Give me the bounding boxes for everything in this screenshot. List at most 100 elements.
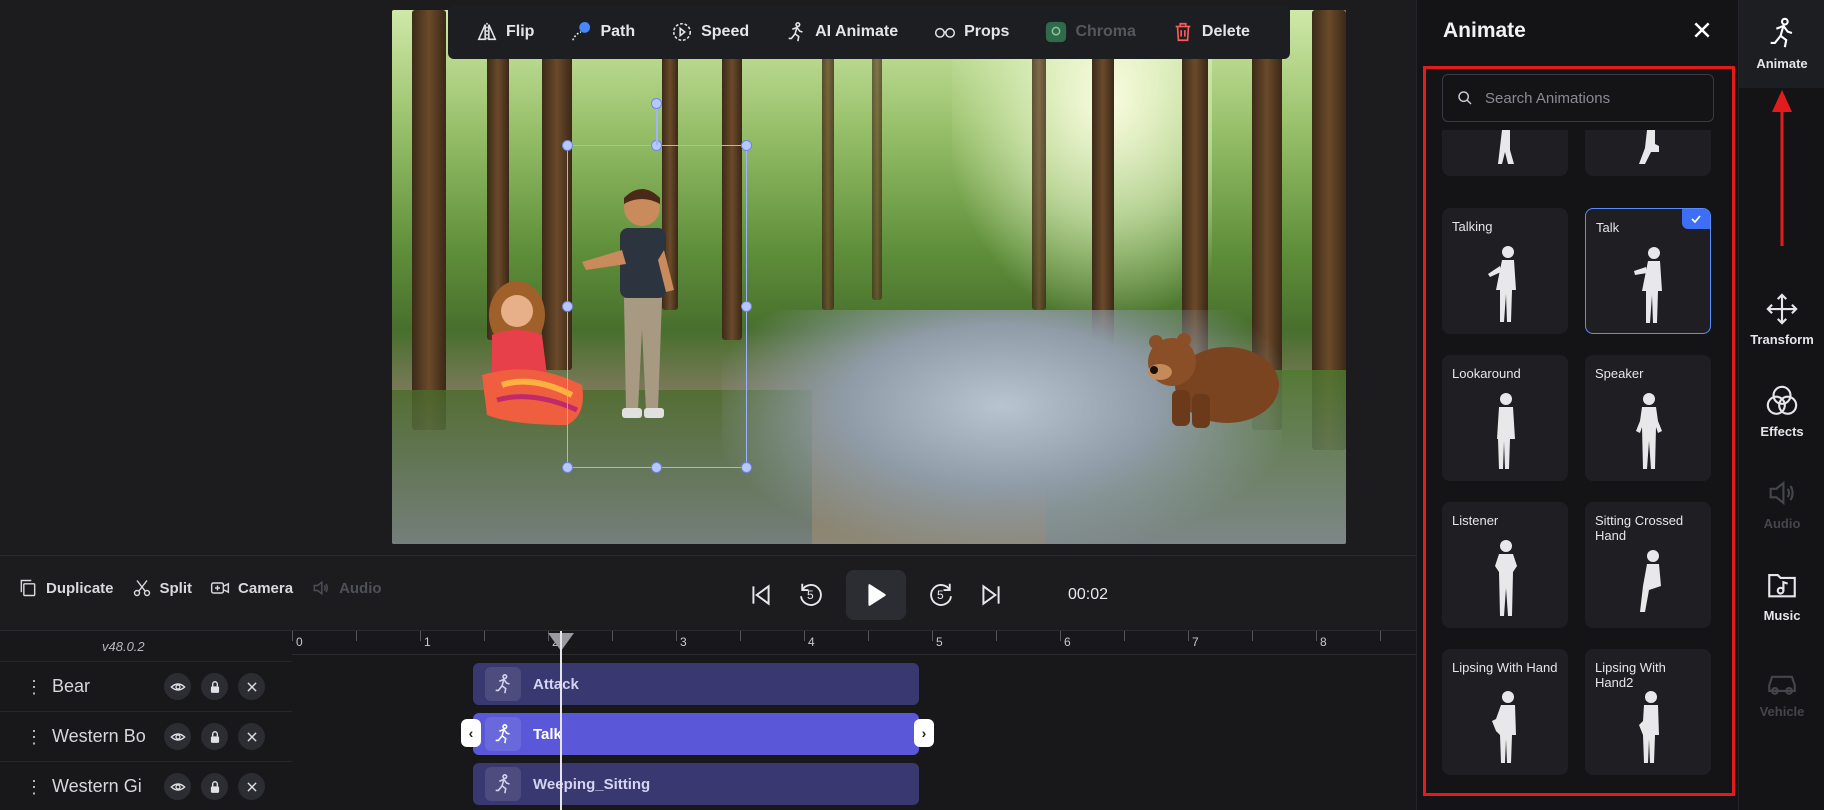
animation-card[interactable] <box>1442 130 1568 176</box>
move-arrows-icon <box>1766 293 1798 325</box>
eye-icon[interactable] <box>164 723 191 750</box>
chroma-icon <box>1045 21 1067 43</box>
ai-animate-button[interactable]: AI Animate <box>785 21 898 43</box>
resize-handle[interactable] <box>562 462 573 473</box>
resize-handle[interactable] <box>562 140 573 151</box>
animation-card-lipsing-with-hand[interactable]: Lipsing With Hand <box>1442 649 1568 775</box>
rewind-5-button[interactable]: 5 <box>796 580 826 610</box>
annotation-arrow <box>1772 90 1792 246</box>
clip-trim-left-handle[interactable]: ‹ <box>461 719 481 747</box>
canvas-area: Flip Path Speed AI Animate Props Chroma … <box>0 0 1416 555</box>
animation-figure-icon <box>1636 393 1662 469</box>
eye-icon[interactable] <box>164 773 191 800</box>
video-camera-icon <box>210 582 230 594</box>
scene-canvas[interactable] <box>392 10 1346 544</box>
playhead[interactable] <box>560 631 562 810</box>
track-name: Western Gi <box>52 776 142 796</box>
running-figure-icon <box>485 717 521 751</box>
rail-transform[interactable]: Transform <box>1739 292 1824 347</box>
search-input[interactable] <box>1485 89 1695 107</box>
split-button[interactable]: Split <box>132 578 192 598</box>
skip-to-start-button[interactable] <box>746 580 776 610</box>
animation-card[interactable] <box>1585 130 1711 176</box>
animation-card-talking[interactable]: Talking <box>1442 208 1568 334</box>
track-western-girl[interactable]: ⋮ Western Gi <box>0 761 292 810</box>
rail-effects[interactable]: Effects <box>1739 384 1824 439</box>
clip-weeping-sitting[interactable]: Weeping_Sitting <box>473 763 919 805</box>
time-ruler[interactable]: 0 1 2 3 4 5 6 7 8 <box>292 631 1416 655</box>
timeline: v48.0.2 0 1 2 3 4 5 6 7 8 ⋮ Bear ⋮ Weste… <box>0 630 1416 810</box>
flip-button[interactable]: Flip <box>476 21 534 43</box>
path-button[interactable]: Path <box>570 21 635 43</box>
chroma-button[interactable]: Chroma <box>1045 21 1136 43</box>
camera-button[interactable]: Camera <box>210 578 293 598</box>
running-figure-icon <box>1770 17 1793 48</box>
ruler-tick: 1 <box>424 635 431 649</box>
ruler-tick: 6 <box>1064 635 1071 649</box>
glasses-icon <box>934 21 956 43</box>
track-menu-icon[interactable]: ⋮ <box>24 678 44 696</box>
track-name: Western Bo <box>52 726 146 746</box>
delete-button[interactable]: Delete <box>1172 21 1250 43</box>
clip-trim-right-handle[interactable]: › <box>914 719 934 747</box>
play-button[interactable] <box>846 570 906 620</box>
animation-card-listener[interactable]: Listener <box>1442 502 1568 628</box>
track-menu-icon[interactable]: ⋮ <box>24 778 44 796</box>
rail-animate[interactable]: Animate <box>1739 0 1824 88</box>
animation-card-talk[interactable]: Talk <box>1585 208 1711 334</box>
running-figure-icon <box>485 667 521 701</box>
resize-handle[interactable] <box>562 301 573 312</box>
track-western-boy[interactable]: ⋮ Western Bo <box>0 711 292 761</box>
trash-icon <box>1172 21 1194 43</box>
ruler-tick: 0 <box>296 635 303 649</box>
animation-card-lipsing-with-hand2[interactable]: Lipsing With Hand2 <box>1585 649 1711 775</box>
search-icon <box>1458 91 1472 105</box>
close-panel-button[interactable] <box>1688 16 1716 44</box>
animation-card-sitting-crossed-hand[interactable]: Sitting Crossed Hand <box>1585 502 1711 628</box>
lock-icon[interactable] <box>201 673 228 700</box>
rotate-handle[interactable] <box>651 98 662 109</box>
animation-figure-icon <box>1634 247 1662 323</box>
audio-button[interactable]: Audio <box>311 578 382 598</box>
clip-attack[interactable]: Attack <box>473 663 919 705</box>
track-menu-icon[interactable]: ⋮ <box>24 728 44 746</box>
skip-forward-icon <box>982 584 1000 606</box>
speed-button[interactable]: Speed <box>671 21 749 43</box>
forward-5-button[interactable]: 5 <box>926 580 956 610</box>
remove-track-icon[interactable] <box>238 723 265 750</box>
duplicate-button[interactable]: Duplicate <box>18 578 114 598</box>
rail-vehicle[interactable]: Vehicle <box>1739 664 1824 719</box>
animation-card-lookaround[interactable]: Lookaround <box>1442 355 1568 481</box>
version-label: v48.0.2 <box>102 639 145 654</box>
remove-track-icon[interactable] <box>238 773 265 800</box>
skip-to-end-button[interactable] <box>976 580 1006 610</box>
resize-handle[interactable] <box>741 462 752 473</box>
lock-icon[interactable] <box>201 723 228 750</box>
resize-handle[interactable] <box>651 462 662 473</box>
clip-talk[interactable]: Talk <box>473 713 919 755</box>
path-icon <box>570 21 592 43</box>
lock-icon[interactable] <box>201 773 228 800</box>
resize-handle[interactable] <box>741 301 752 312</box>
bear-character[interactable] <box>1132 330 1282 430</box>
panel-title: Animate <box>1443 19 1526 42</box>
effects-circles-icon <box>1766 385 1798 415</box>
animation-grid: Talking Talk Lookaround Speaker Listener <box>1442 130 1714 780</box>
animation-card-speaker[interactable]: Speaker <box>1585 355 1711 481</box>
running-figure-icon <box>485 767 521 801</box>
selection-box[interactable] <box>567 145 747 468</box>
object-toolbar: Flip Path Speed AI Animate Props Chroma … <box>448 5 1290 59</box>
track-bear[interactable]: ⋮ Bear <box>0 661 292 711</box>
track-name: Bear <box>52 676 91 696</box>
flip-icon <box>476 21 498 43</box>
animation-figure-icon <box>1640 550 1661 612</box>
rail-music[interactable]: Music <box>1739 568 1824 623</box>
resize-handle[interactable] <box>741 140 752 151</box>
eye-icon[interactable] <box>164 673 191 700</box>
speaker-icon <box>313 580 329 596</box>
remove-track-icon[interactable] <box>238 673 265 700</box>
props-button[interactable]: Props <box>934 21 1009 43</box>
rail-audio[interactable]: Audio <box>1739 476 1824 531</box>
animation-figure-icon <box>1488 246 1516 322</box>
ruler-tick: 5 <box>936 635 943 649</box>
